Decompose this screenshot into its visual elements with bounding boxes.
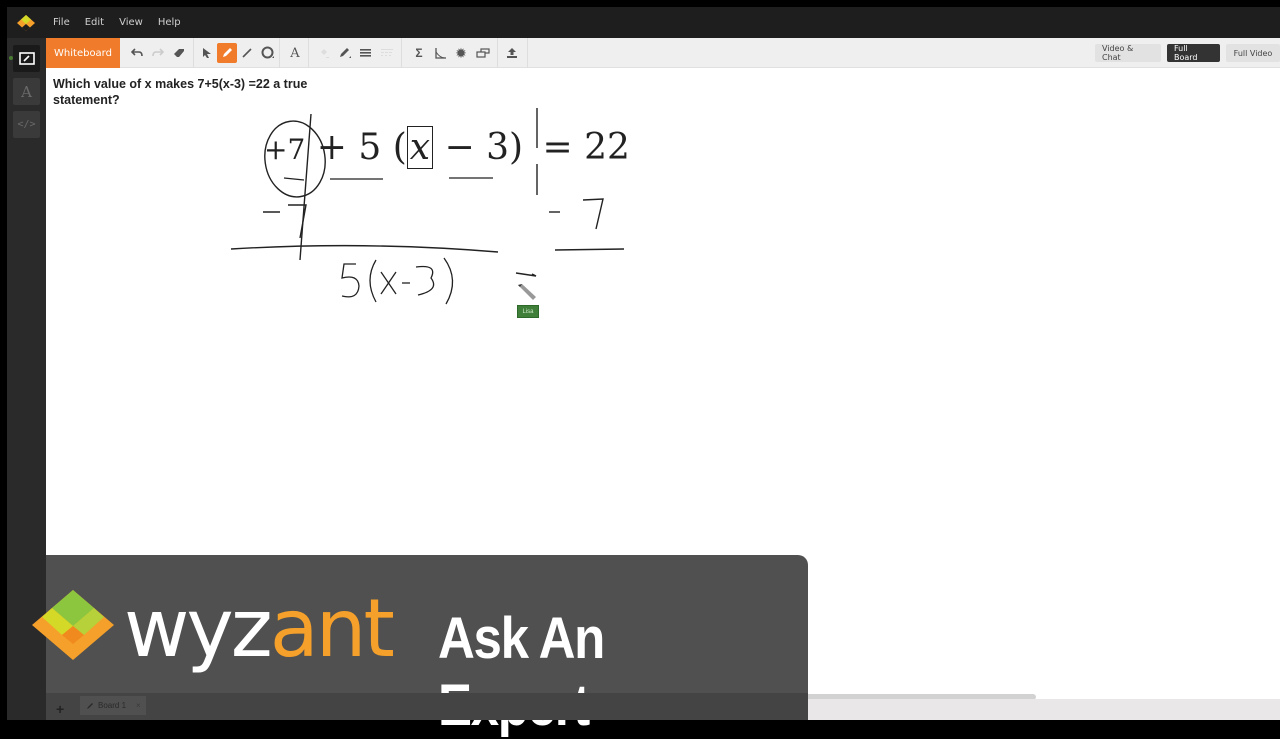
app-logo xyxy=(7,7,45,38)
whiteboard-icon xyxy=(18,52,35,65)
stroke-width-button[interactable] xyxy=(356,43,376,63)
pencil-icon xyxy=(87,702,93,709)
question-text: Which value of x makes 7+5(x-3) =22 a tr… xyxy=(53,77,308,107)
typeset-equation: +7 + 5 (x − 3) = 22 xyxy=(264,126,630,169)
cursor-arrow-icon xyxy=(203,48,211,58)
circle-shape-icon xyxy=(261,46,274,59)
remote-pencil-cursor-icon xyxy=(518,284,536,300)
full-board-button[interactable]: Full Board xyxy=(1167,44,1220,62)
eraser-button[interactable] xyxy=(169,43,189,63)
toolbar-divider xyxy=(308,38,309,68)
fill-button[interactable] xyxy=(314,43,334,63)
pen-color-icon xyxy=(339,48,351,58)
code-editor-icon: </> xyxy=(17,119,36,130)
wordmark-wyz: wyz xyxy=(124,582,273,675)
tab-whiteboard[interactable]: Whiteboard xyxy=(46,38,120,68)
overlay-tab-strip: + Board 1 × xyxy=(46,693,808,720)
undo-icon xyxy=(131,48,143,57)
menu-help[interactable]: Help xyxy=(158,17,181,28)
toolbar-divider xyxy=(527,38,528,68)
seven-left xyxy=(288,204,307,239)
undo-button[interactable] xyxy=(127,43,147,63)
toolbar-divider xyxy=(279,38,280,68)
handwritten-x-b xyxy=(380,271,397,295)
equation-open-paren: ( xyxy=(392,127,407,168)
board-tab-label: Board 1 xyxy=(98,701,127,710)
line-style-button[interactable] xyxy=(377,43,397,63)
tab-board-1[interactable]: Board 1 × xyxy=(80,696,146,715)
text-icon: A xyxy=(290,45,300,61)
sidebar-whiteboard-button[interactable] xyxy=(13,45,40,72)
upload-icon xyxy=(507,48,517,58)
handwritten-equals-stroke xyxy=(515,272,537,277)
result-line-right xyxy=(554,248,625,251)
toolbar: Whiteboard A Σ ✹ Video & Chat Full Board… xyxy=(46,38,1280,68)
brand-overlay: wyzant Ask An Expert + Board 1 × xyxy=(32,555,808,738)
shape-button[interactable] xyxy=(258,43,278,63)
pencil-icon xyxy=(223,48,232,57)
line-button[interactable] xyxy=(237,43,257,63)
paint-bucket-icon xyxy=(321,49,329,58)
underline-7 xyxy=(283,177,305,181)
text-tool-button[interactable]: A xyxy=(285,43,305,63)
equation-variable-x: x xyxy=(406,126,434,169)
close-tab-icon[interactable]: × xyxy=(136,701,141,710)
handwritten-3 xyxy=(415,265,435,296)
toolbar-divider xyxy=(193,38,194,68)
menu-file[interactable]: File xyxy=(53,17,70,28)
result-line-left xyxy=(230,244,499,253)
menu-edit[interactable]: Edit xyxy=(85,17,104,28)
toolbar-divider xyxy=(401,38,402,68)
add-board-button[interactable]: + xyxy=(56,701,64,717)
pen-button[interactable] xyxy=(217,43,237,63)
redo-icon xyxy=(152,48,164,57)
color-button[interactable] xyxy=(335,43,355,63)
graph-axes-icon xyxy=(434,47,446,59)
video-chat-button[interactable]: Video & Chat xyxy=(1095,44,1161,62)
stroke-width-icon xyxy=(360,49,371,57)
menu-bar: File Edit View Help xyxy=(7,7,1280,38)
sidebar-code-editor-button[interactable]: </> xyxy=(13,111,40,138)
equation-button[interactable]: Σ xyxy=(409,43,429,63)
equation-term-5: + 5 xyxy=(316,127,382,168)
text-editor-icon: A xyxy=(21,82,32,101)
equation-close-paren: ) xyxy=(509,127,524,168)
wyzant-diamond-logo-icon xyxy=(32,590,114,660)
full-video-button[interactable]: Full Video xyxy=(1226,44,1280,62)
select-button[interactable] xyxy=(197,43,217,63)
handwritten-x-a xyxy=(380,271,397,295)
line-icon xyxy=(242,48,252,58)
wordmark-ant: ant xyxy=(269,582,395,675)
layers-icon xyxy=(476,47,490,58)
graph-button[interactable] xyxy=(430,43,450,63)
remote-user-label: Lisa xyxy=(517,305,539,318)
layers-button[interactable] xyxy=(473,43,493,63)
equation-equals: = xyxy=(542,127,573,168)
menu-view[interactable]: View xyxy=(119,17,143,28)
equation-minus-3: − 3 xyxy=(444,127,510,168)
wyzant-wordmark: wyzant xyxy=(124,589,395,669)
upload-button[interactable] xyxy=(502,43,522,63)
handwritten-close-paren xyxy=(443,257,454,305)
equation-rhs: 22 xyxy=(584,127,630,168)
equation-term-7: +7 xyxy=(264,133,306,166)
dashed-line-icon xyxy=(381,49,393,56)
handwritten-5 xyxy=(341,263,360,298)
settings-button[interactable]: ✹ xyxy=(451,43,471,63)
seven-right xyxy=(582,198,604,230)
eraser-icon xyxy=(174,49,184,57)
redo-button[interactable] xyxy=(148,43,168,63)
handwritten-open-paren xyxy=(369,259,377,303)
diamond-logo-icon xyxy=(17,14,35,31)
sidebar-text-editor-button[interactable]: A xyxy=(13,78,40,105)
sigma-icon: Σ xyxy=(415,46,423,60)
toolbar-divider xyxy=(497,38,498,68)
gear-icon: ✹ xyxy=(455,44,467,61)
